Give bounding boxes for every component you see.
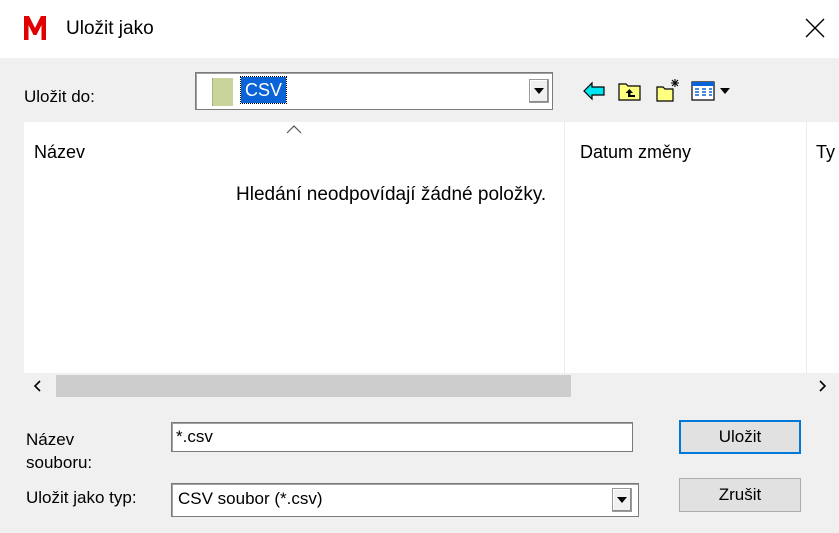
column-header-date[interactable]: Datum změny	[580, 142, 691, 163]
folder-icon	[212, 78, 233, 106]
filename-label: Název souboru:	[26, 430, 93, 472]
filename-input[interactable]	[171, 422, 633, 452]
up-folder-icon[interactable]	[617, 78, 643, 104]
column-header-name[interactable]: Název	[34, 142, 85, 163]
view-menu-icon[interactable]	[690, 78, 736, 104]
save-in-label: Uložit do:	[24, 87, 95, 106]
filetype-value[interactable]: CSV soubor (*.csv)	[178, 489, 323, 509]
column-divider[interactable]	[564, 122, 565, 373]
column-header-type[interactable]: Ty	[816, 142, 835, 163]
filetype-label: Uložit jako typ:	[26, 488, 137, 507]
column-divider[interactable]	[806, 122, 807, 373]
scroll-right-icon[interactable]	[812, 376, 832, 396]
file-list[interactable]	[24, 122, 839, 373]
sort-ascending-icon	[286, 125, 302, 134]
window-title: Uložit jako	[66, 18, 154, 39]
scrollbar-thumb[interactable]	[56, 375, 571, 397]
location-dropdown-button[interactable]	[529, 79, 549, 103]
close-icon[interactable]	[796, 10, 834, 46]
back-arrow-icon[interactable]	[582, 78, 608, 104]
empty-list-message: Hledání neodpovídají žádné položky.	[236, 184, 547, 205]
location-selected-folder[interactable]: CSV	[239, 76, 288, 104]
app-logo-icon	[24, 16, 46, 40]
cancel-button[interactable]: Zrušit	[679, 478, 801, 512]
save-button[interactable]: Uložit	[679, 420, 801, 454]
filetype-dropdown-button[interactable]	[612, 488, 632, 512]
new-folder-icon[interactable]	[655, 78, 681, 104]
scroll-left-icon[interactable]	[28, 376, 48, 396]
chevron-down-icon	[617, 497, 627, 503]
chevron-down-icon	[534, 88, 544, 94]
